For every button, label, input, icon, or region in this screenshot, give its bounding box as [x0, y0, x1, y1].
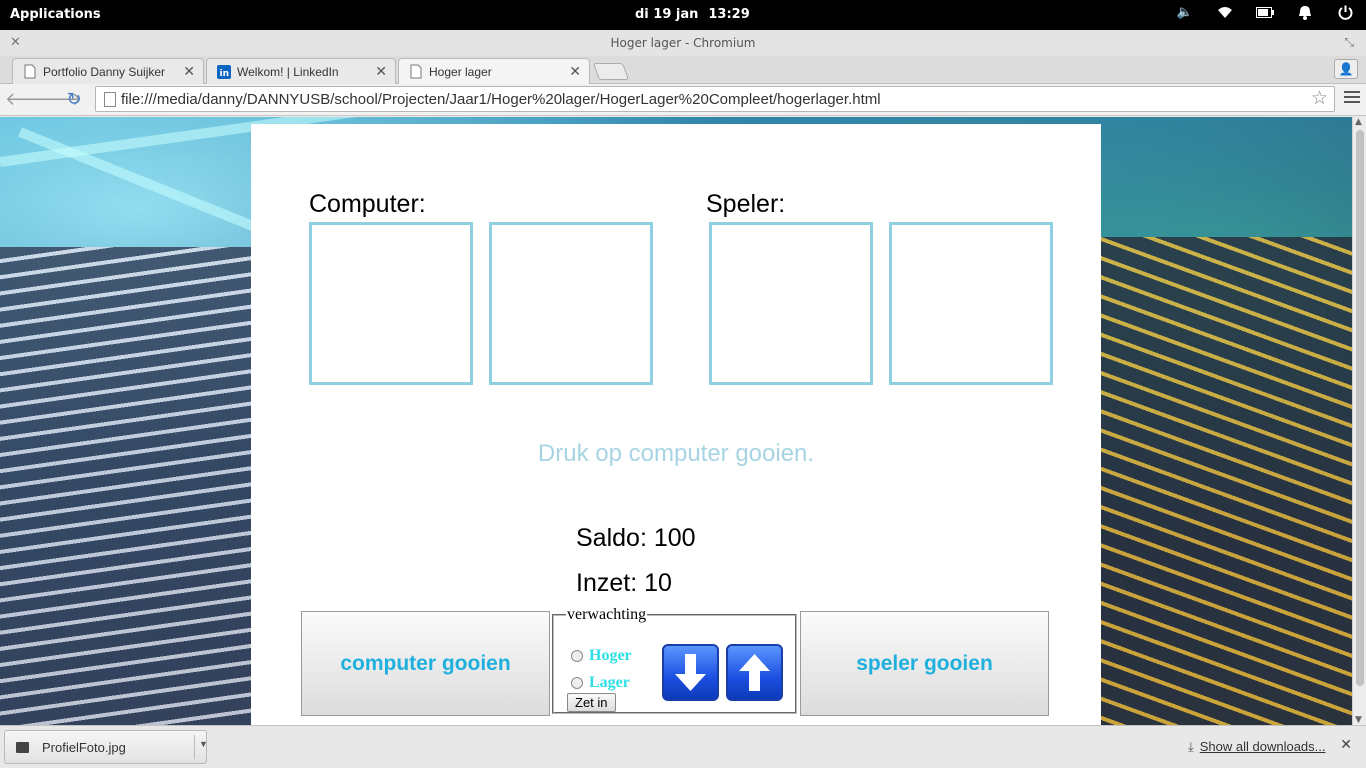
- linkedin-icon: in: [217, 65, 231, 79]
- date: di 19 jan: [635, 7, 699, 22]
- lower-option[interactable]: Lager: [571, 674, 630, 692]
- computer-label: Computer:: [309, 190, 426, 218]
- back-icon[interactable]: 🡐: [5, 89, 53, 111]
- higher-option[interactable]: Hoger: [571, 647, 632, 665]
- window-title: Hoger lager - Chromium: [610, 36, 756, 50]
- tab-linkedin[interactable]: in Welkom! | LinkedIn ✕: [206, 58, 396, 84]
- tab-label: Hoger lager: [429, 65, 492, 79]
- reload-icon[interactable]: ↻: [63, 89, 85, 111]
- arrow-up-icon: [739, 654, 770, 691]
- lower-radio[interactable]: [571, 677, 583, 689]
- address-bar[interactable]: file:///media/danny/DANNYUSB/school/Proj…: [95, 86, 1335, 112]
- restore-window-icon[interactable]: ⤡: [1344, 35, 1354, 50]
- player-die-1: [709, 222, 873, 385]
- download-filename: ProfielFoto.jpg: [42, 740, 126, 755]
- browser-window: ✕ Hoger lager - Chromium ⤡ Portfolio Dan…: [0, 30, 1366, 768]
- arrow-down-button[interactable]: [662, 644, 719, 701]
- scroll-down-icon[interactable]: ▼: [1355, 715, 1362, 725]
- time: 13:29: [708, 7, 750, 22]
- new-tab-button[interactable]: [592, 63, 630, 80]
- scroll-up-icon[interactable]: ▲: [1355, 117, 1362, 127]
- battery-icon[interactable]: [1254, 7, 1276, 18]
- download-menu-icon[interactable]: ▼: [199, 739, 208, 749]
- page-icon: [410, 64, 422, 79]
- system-panel: Applications di 19 jan 13:29 🔈: [0, 0, 1366, 30]
- background-building-right: [1101, 237, 1352, 725]
- tab-label: Welkom! | LinkedIn: [237, 65, 339, 79]
- computer-die-1: [309, 222, 473, 385]
- page-icon: [24, 64, 36, 79]
- expectation-fieldset: verwachting Hoger Lager Zet in: [552, 606, 797, 714]
- applications-menu[interactable]: Applications: [10, 7, 101, 22]
- system-tray: 🔈: [1174, 5, 1356, 20]
- close-tab-icon[interactable]: ✕: [569, 63, 581, 80]
- computer-roll-button[interactable]: computer gooien: [301, 611, 550, 716]
- menu-icon[interactable]: [1344, 91, 1360, 106]
- player-roll-button[interactable]: speler gooien: [800, 611, 1049, 716]
- close-tab-icon[interactable]: ✕: [375, 63, 387, 80]
- volume-icon[interactable]: 🔈: [1174, 5, 1196, 20]
- saldo-text: Saldo: 100: [576, 524, 696, 552]
- page-info-icon[interactable]: [104, 92, 116, 107]
- arrow-down-icon: [675, 654, 706, 691]
- download-icon: ⤓: [1188, 739, 1194, 754]
- scrollbar-thumb[interactable]: [1356, 130, 1364, 686]
- arrow-up-button[interactable]: [726, 644, 783, 701]
- vertical-scrollbar[interactable]: ▲ ▼: [1352, 117, 1366, 725]
- higher-label: Hoger: [589, 647, 632, 664]
- player-label: Speler:: [706, 190, 786, 218]
- tab-strip: Portfolio Danny Suijker ✕ in Welkom! | L…: [0, 56, 1366, 84]
- forward-icon[interactable]: 🡒: [34, 89, 82, 111]
- svg-text:in: in: [220, 69, 230, 79]
- fieldset-legend: verwachting: [567, 606, 647, 623]
- close-tab-icon[interactable]: ✕: [183, 63, 195, 80]
- player-die-2: [889, 222, 1053, 385]
- clock[interactable]: di 19 jan 13:29: [635, 7, 750, 22]
- game-container: Computer: Speler: Druk op computer gooie…: [251, 124, 1101, 725]
- url-text: file:///media/danny/DANNYUSB/school/Proj…: [121, 91, 881, 108]
- navigation-toolbar: 🡐 🡒 ↻ file:///media/danny/DANNYUSB/schoo…: [0, 84, 1366, 116]
- power-icon[interactable]: [1334, 5, 1356, 20]
- show-all-downloads-link[interactable]: ⤓ Show all downloads...: [1188, 739, 1326, 755]
- tab-hoger-lager[interactable]: Hoger lager ✕: [398, 58, 590, 84]
- page-viewport: Computer: Speler: Druk op computer gooie…: [0, 117, 1352, 725]
- computer-die-2: [489, 222, 653, 385]
- status-message: Druk op computer gooien.: [537, 440, 815, 467]
- download-item[interactable]: ProfielFoto.jpg ▼: [4, 730, 208, 764]
- profile-icon[interactable]: 👤: [1334, 59, 1358, 79]
- bookmark-star-icon[interactable]: ☆: [1311, 87, 1328, 109]
- background-building-left: [0, 247, 251, 725]
- wifi-icon[interactable]: [1214, 6, 1236, 19]
- lower-label: Lager: [589, 674, 630, 691]
- image-file-icon: [16, 742, 29, 753]
- notifications-icon[interactable]: [1294, 5, 1316, 20]
- higher-radio[interactable]: [571, 650, 583, 662]
- inzet-text: Inzet: 10: [576, 569, 672, 597]
- bet-button[interactable]: Zet in: [567, 693, 616, 712]
- tab-label: Portfolio Danny Suijker: [43, 65, 166, 79]
- titlebar: ✕ Hoger lager - Chromium ⤡: [0, 30, 1366, 56]
- close-download-bar-icon[interactable]: ✕: [1340, 736, 1352, 753]
- tab-portfolio[interactable]: Portfolio Danny Suijker ✕: [12, 58, 204, 84]
- download-bar: ProfielFoto.jpg ▼ ⤓ Show all downloads...…: [0, 725, 1366, 768]
